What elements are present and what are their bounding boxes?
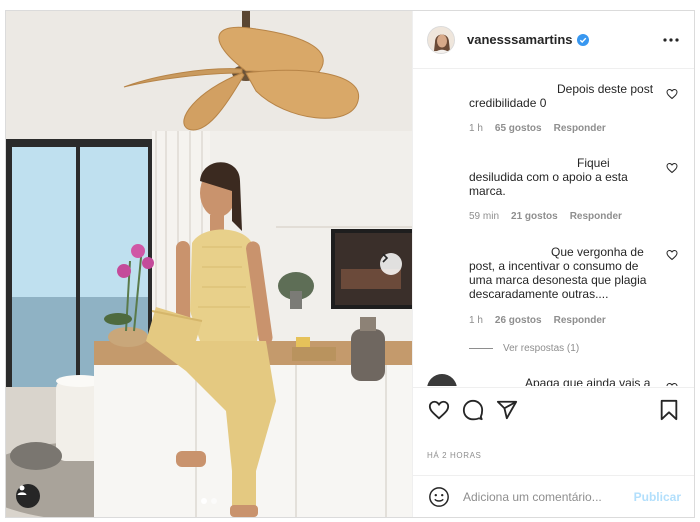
comment-likes[interactable]: 26 gostos — [495, 315, 542, 326]
like-button[interactable] — [427, 398, 451, 422]
comment-meta: 1 h 65 gostos Responder — [469, 123, 606, 134]
carousel-next-button[interactable] — [380, 253, 402, 275]
comment-time: 1 h — [469, 315, 483, 326]
author-username[interactable]: vanesssamartins — [467, 32, 573, 47]
post-photo[interactable] — [6, 11, 412, 517]
heart-icon[interactable] — [666, 382, 678, 386]
comment-time: 1 h — [469, 123, 483, 134]
reply-button[interactable]: Responder — [570, 211, 622, 222]
more-options-icon — [663, 37, 679, 42]
comment-text: Depois deste post credibilidade 0 — [469, 82, 654, 110]
paper-plane-icon — [496, 400, 518, 419]
heart-icon[interactable] — [666, 249, 678, 261]
comment-text: Fiquei desiludida com o apoio a esta mar… — [469, 156, 628, 198]
carousel-indicator — [201, 498, 217, 504]
post-actions — [413, 387, 694, 431]
bookmark-icon — [660, 399, 678, 420]
comment-button[interactable] — [461, 398, 485, 422]
replies-divider — [469, 348, 493, 349]
post-modal: vanesssamartins Depois deste post credib… — [5, 10, 695, 518]
user-tag-icon — [17, 485, 27, 495]
emoji-button[interactable] — [427, 485, 451, 509]
post-timestamp[interactable]: HÁ 2 HORAS — [427, 451, 481, 460]
carousel-dot — [201, 498, 207, 504]
verified-badge-icon — [576, 33, 589, 46]
author-avatar[interactable] — [427, 25, 455, 54]
comment-text: Que vergonha de post, a incentivar o con… — [469, 245, 647, 301]
reply-button[interactable]: Responder — [554, 315, 606, 326]
view-replies-button[interactable]: Ver respostas (1) — [469, 343, 579, 354]
chevron-right-icon — [382, 253, 389, 263]
more-options-button[interactable] — [661, 30, 681, 50]
comment-likes[interactable]: 65 gostos — [495, 123, 542, 134]
post-sidebar: vanesssamartins Depois deste post credib… — [412, 11, 694, 517]
comment-input[interactable] — [463, 489, 631, 504]
comment-meta: 1 h 26 gostos Responder — [469, 315, 606, 326]
comment-meta: 59 min 21 gostos Responder — [469, 211, 622, 222]
share-button[interactable] — [495, 398, 519, 422]
post-header: vanesssamartins — [413, 11, 694, 69]
reply-button[interactable]: Responder — [554, 123, 606, 134]
view-replies-label: Ver respostas (1) — [503, 343, 580, 354]
comment-bubble-icon — [462, 399, 484, 420]
save-button[interactable] — [657, 398, 681, 422]
heart-icon — [428, 400, 450, 419]
comments-list: Depois deste post credibilidade 0 1 h 65… — [413, 70, 694, 386]
emoji-face-icon — [429, 486, 449, 507]
publish-button[interactable]: Publicar — [634, 490, 681, 504]
comment-likes[interactable]: 21 gostos — [511, 211, 558, 222]
room-illustration — [6, 11, 412, 517]
heart-icon[interactable] — [666, 88, 678, 100]
comment-time: 59 min — [469, 211, 500, 222]
comment-text: Apaga que ainda vais a tempo — [525, 376, 651, 386]
commenter-avatar[interactable] — [427, 374, 457, 386]
carousel-dot — [211, 498, 217, 504]
heart-icon[interactable] — [666, 162, 678, 174]
user-tag-button[interactable] — [16, 484, 40, 508]
avatar-image — [428, 26, 454, 53]
add-comment-bar: Publicar — [413, 475, 694, 517]
